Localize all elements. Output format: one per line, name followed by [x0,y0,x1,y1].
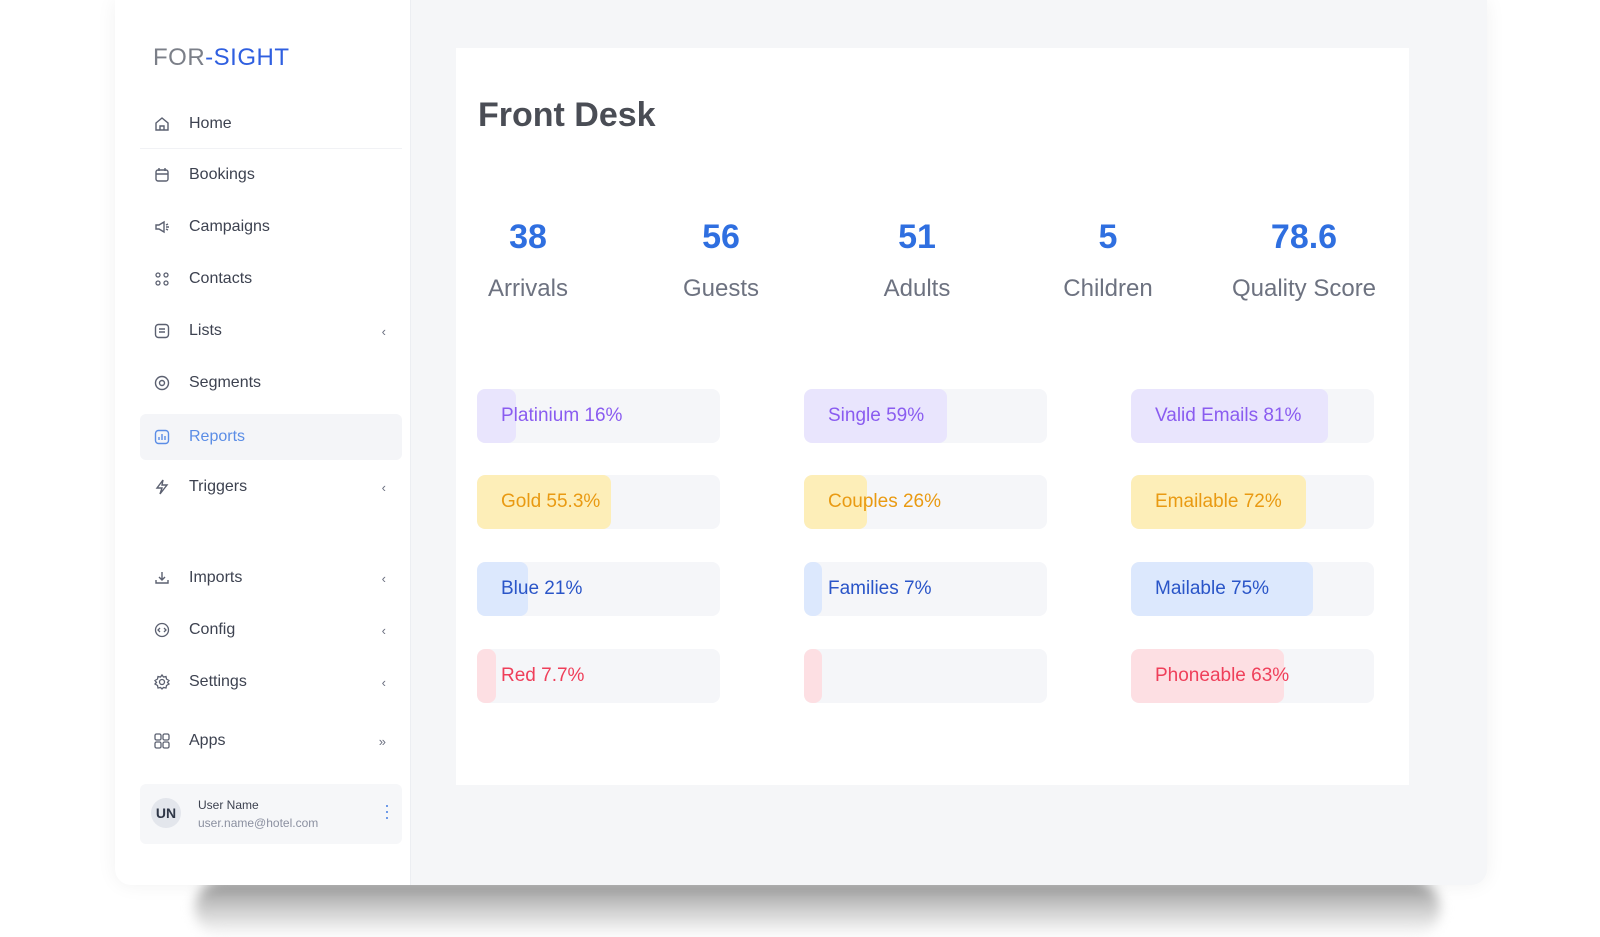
page-title: Front Desk [478,96,656,134]
percentage-bar: Red 7.7% [477,649,720,703]
percentage-bar-label: Red 7.7% [501,665,585,686]
segments-icon [151,372,173,394]
percentage-bar: Blue 21% [477,562,720,616]
percentage-bar: Platinium 16% [477,389,720,443]
reports-icon [151,426,173,448]
brand-dash: - [205,44,214,71]
brand-logo[interactable]: FOR-SIGHT [153,44,290,72]
sidebar-item-lists[interactable]: Lists ‹ [140,308,402,354]
percentage-bar-label: Families 7% [828,578,932,599]
stat-quality-score: 78.6 Quality Score [1209,218,1399,303]
percentage-bar-fill [804,649,822,703]
stat-label: Guests [682,275,760,302]
code-icon [151,619,173,641]
stat-value: 56 [702,218,740,256]
sidebar-item-campaigns[interactable]: Campaigns [140,204,402,250]
sidebar-item-reports[interactable]: Reports [140,414,402,460]
calendar-icon [151,164,173,186]
sidebar: FOR-SIGHT Home Bookings Campaigns Contac… [115,0,411,885]
sidebar-item-label: Imports [189,569,243,586]
stat-value: 78.6 [1270,218,1338,256]
percentage-bar: Couples 26% [804,475,1047,529]
percentage-bar: Phoneable 63% [1131,649,1374,703]
sidebar-item-label: Config [189,621,236,638]
sidebar-item-label: Apps [189,732,226,749]
percentage-bar-label: Blue 21% [501,578,583,599]
sidebar-item-label: Campaigns [189,218,270,235]
stat-value: 38 [509,218,547,256]
percentage-bar: Emailable 72% [1131,475,1374,529]
sidebar-item-config[interactable]: Config ‹ [140,607,402,653]
stat-label: Adults [883,275,951,302]
percentage-bar: Families 7% [804,562,1047,616]
divider [140,148,402,149]
chevron-left-icon[interactable]: ‹ [382,324,386,339]
sidebar-item-apps[interactable]: Apps » [140,718,402,764]
percentage-bar-label: Mailable 75% [1155,578,1270,599]
sidebar-item-settings[interactable]: Settings ‹ [140,659,402,705]
sidebar-item-label: Settings [189,673,247,690]
chevron-left-icon[interactable]: ‹ [382,623,386,638]
sidebar-item-triggers[interactable]: Triggers ‹ [140,464,402,510]
front-desk-card: Front Desk 38 Arrivals 56 Guests 51 Adul… [456,48,1409,785]
window-shadow [195,880,1440,937]
stat-adults: 51 Adults [822,218,1012,303]
sidebar-item-imports[interactable]: Imports ‹ [140,555,402,601]
apps-grid-icon [151,730,173,752]
percentage-bar: Gold 55.3% [477,475,720,529]
stat-value: 51 [898,218,936,256]
user-profile[interactable]: UN User Name user.name@hotel.com · · · [140,784,402,844]
sidebar-item-segments[interactable]: Segments [140,360,402,406]
stat-arrivals: 38 Arrivals [433,218,623,303]
sidebar-item-label: Bookings [189,166,255,183]
sidebar-item-home[interactable]: Home [140,101,402,147]
percentage-bar-label: Gold 55.3% [501,491,601,512]
stat-label: Arrivals [487,275,568,302]
stat-guests: 56 Guests [626,218,816,303]
kebab-menu-icon[interactable]: · · · [384,796,390,826]
percentage-bar-label: Valid Emails 81% [1155,405,1302,426]
percentage-bar-fill [477,649,496,703]
sidebar-item-label: Triggers [189,478,248,495]
brand-part1: FOR [153,44,206,71]
avatar: UN [151,798,181,828]
stat-children: 5 Children [1013,218,1203,303]
percentage-bar-label: Emailable 72% [1155,491,1282,512]
percentage-bar: Single 59% [804,389,1047,443]
percentage-bar-label: Phoneable 63% [1155,665,1290,686]
sidebar-item-label: Contacts [189,270,253,287]
sidebar-item-contacts[interactable]: Contacts [140,256,402,302]
sidebar-item-label: Home [189,115,232,132]
list-icon [151,320,173,342]
sidebar-item-label: Lists [189,322,222,339]
percentage-bar-label: Single 59% [828,405,925,426]
brand-part2: SIGHT [213,44,290,71]
home-icon [151,113,173,135]
chevron-left-icon[interactable]: ‹ [382,480,386,495]
percentage-bar-label: Couples 26% [828,491,942,512]
sidebar-item-bookings[interactable]: Bookings [140,152,402,198]
user-email: user.name@hotel.com [198,816,319,830]
percentage-bar: Valid Emails 81% [1131,389,1374,443]
percentage-bar-label: Platinium 16% [501,405,623,426]
sidebar-item-label: Reports [189,428,246,445]
gear-icon [151,671,173,693]
contacts-icon [151,268,173,290]
stat-label: Children [1063,275,1153,302]
percentage-bar-fill [804,562,822,616]
lightning-icon [151,476,173,498]
download-icon [151,567,173,589]
stat-label: Quality Score [1231,275,1377,302]
percentage-bar: Mailable 75% [1131,562,1374,616]
user-name: User Name [198,798,259,812]
sidebar-item-label: Segments [189,374,262,391]
double-chevron-right-icon[interactable]: » [379,734,386,749]
chevron-left-icon[interactable]: ‹ [382,675,386,690]
chevron-left-icon[interactable]: ‹ [382,571,386,586]
percentage-bar [804,649,1047,703]
stat-value: 5 [1098,218,1118,256]
megaphone-icon [151,216,173,238]
app-window: FOR-SIGHT Home Bookings Campaigns Contac… [115,0,1487,885]
